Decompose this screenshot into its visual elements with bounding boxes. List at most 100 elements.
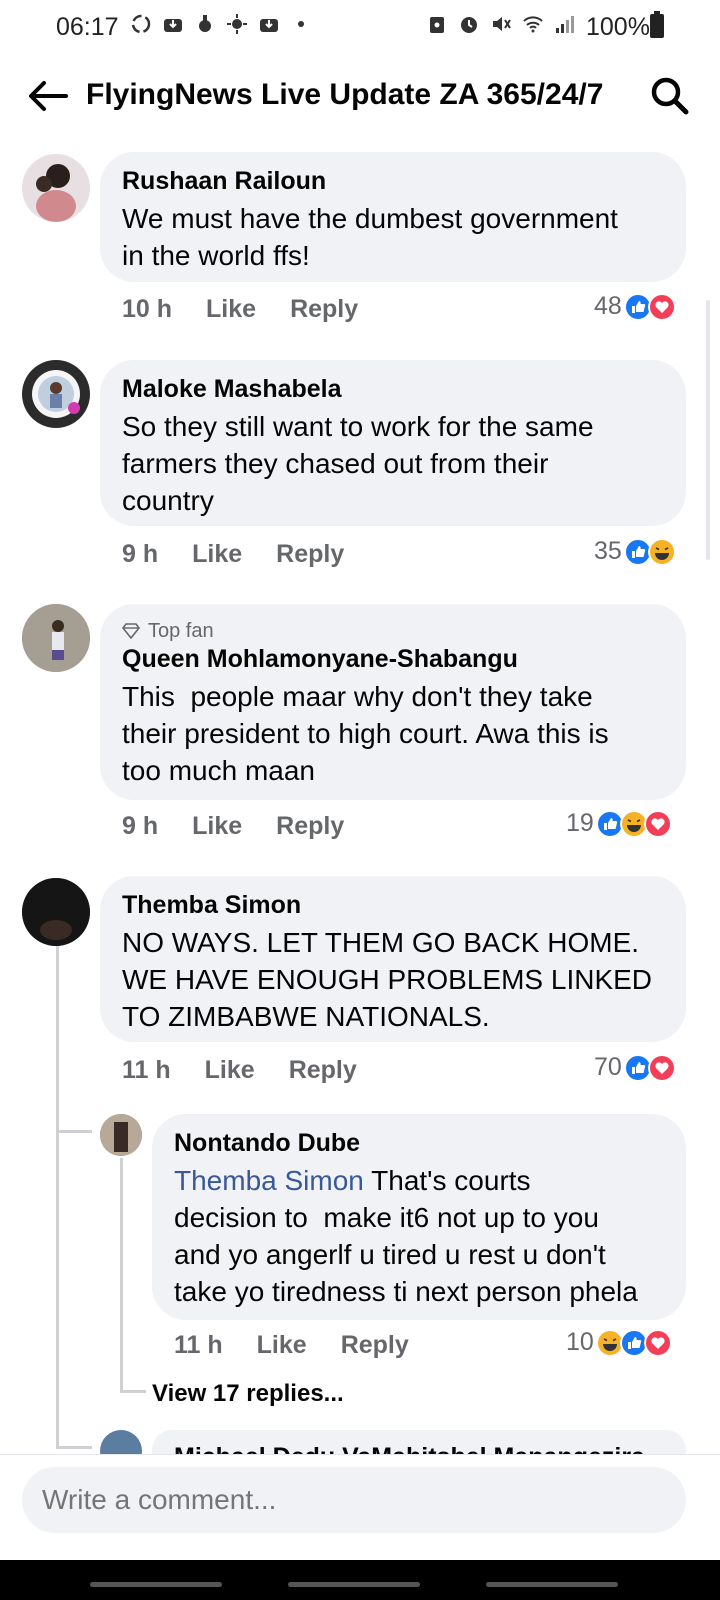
comment-line: too much maan [122, 755, 315, 786]
reply-button[interactable]: Reply [276, 812, 344, 841]
reaction-count: 70 [594, 1053, 622, 1081]
comment-text: NO WAYS. LET THEM GO BACK HOME. WE HAVE … [122, 924, 666, 1035]
reply-first-line: That's courts [363, 1165, 531, 1196]
avatar[interactable] [22, 878, 90, 946]
like-button[interactable]: Like [192, 812, 242, 841]
reply-button[interactable]: Reply [276, 540, 344, 569]
reply-actions: 11 h Like Reply [174, 1331, 443, 1360]
comment-time: 11 h [122, 1056, 171, 1084]
comment-bubble: Maloke Mashabela So they still want to w… [100, 360, 686, 526]
download-icon [164, 19, 182, 32]
like-button[interactable]: Like [206, 295, 256, 324]
thread-line [56, 1130, 92, 1133]
comment-line: country [122, 485, 214, 516]
reply-button[interactable]: Reply [289, 1056, 357, 1085]
back-nav-button[interactable] [486, 1582, 618, 1587]
wifi-icon [523, 16, 543, 33]
like-button[interactable]: Like [192, 540, 242, 569]
sync-icon [131, 14, 151, 34]
alarm-icon [461, 17, 477, 33]
comment-author[interactable]: Maloke Mashabela [122, 374, 666, 404]
weather-icon [227, 14, 247, 34]
comment-composer [0, 1454, 720, 1560]
reply-text: Themba Simon That's courts decision to m… [174, 1162, 666, 1310]
thread-line [56, 1446, 92, 1449]
status-time: 06:17 [56, 13, 119, 41]
comment-line: farmers they chased out from their [122, 448, 549, 479]
app-header: FlyingNews Live Update ZA 365/24/7 [0, 60, 720, 130]
comment-line: We must have the dumbest government [122, 203, 618, 234]
comment-line: take yo tiredness ti next person phela [174, 1276, 638, 1307]
dot-icon [298, 21, 304, 27]
reaction-summary[interactable]: 35 [594, 537, 676, 566]
comment-text: We must have the dumbest government in t… [122, 200, 666, 274]
home-button[interactable] [288, 1582, 420, 1587]
comment-actions: 9 h Like Reply [122, 812, 378, 841]
reply-button[interactable]: Reply [341, 1331, 409, 1360]
avatar[interactable] [22, 360, 90, 428]
reply-author[interactable]: Nontando Dube [174, 1128, 666, 1158]
reaction-summary[interactable]: 10 [566, 1328, 672, 1357]
comment-input[interactable] [22, 1467, 686, 1533]
comment-bubble: Rushaan Railoun We must have the dumbest… [100, 152, 686, 282]
system-icons [426, 13, 576, 35]
reaction-summary[interactable]: 48 [594, 292, 676, 321]
haha-reaction-icon [647, 537, 676, 566]
comment-author[interactable]: Queen Mohlamonyane-Shabangu [122, 644, 666, 674]
signal-icon [556, 16, 574, 33]
comment-actions: 11 h Like Reply [122, 1056, 391, 1085]
mention-link[interactable]: Themba Simon [174, 1165, 364, 1196]
thread-line [120, 1390, 146, 1393]
lock-icon [430, 17, 444, 33]
comment-time: 9 h [122, 540, 159, 568]
like-button[interactable]: Like [205, 1056, 255, 1085]
comment-time: 11 h [174, 1331, 223, 1359]
avatar[interactable] [22, 604, 90, 672]
comment-author[interactable]: Rushaan Railoun [122, 166, 666, 196]
comment-line: This people maar why don't they take [122, 681, 593, 712]
battery-icon [650, 11, 664, 38]
back-arrow-icon[interactable] [26, 78, 70, 114]
avatar[interactable] [100, 1114, 142, 1156]
sync-icon [199, 15, 211, 32]
reaction-summary[interactable]: 19 [566, 809, 672, 838]
thread-line [56, 946, 59, 1446]
comment-author[interactable]: Themba Simon [122, 890, 666, 920]
comment-line: in the world ffs! [122, 240, 310, 271]
download-icon [260, 19, 278, 32]
comment-line: So they still want to work for the same [122, 411, 594, 442]
reaction-count: 19 [566, 809, 594, 837]
reaction-count: 48 [594, 292, 622, 320]
mute-icon [493, 17, 511, 31]
love-reaction-icon [647, 1053, 676, 1082]
recent-apps-button[interactable] [90, 1582, 222, 1587]
scrollbar[interactable] [706, 300, 710, 560]
reply-button[interactable]: Reply [290, 295, 358, 324]
comment-line: decision to make it6 not up to you [174, 1202, 599, 1233]
love-reaction-icon [643, 809, 672, 838]
thread-line [120, 1158, 123, 1390]
love-reaction-icon [643, 1328, 672, 1357]
top-fan-label: Top fan [148, 620, 214, 642]
comment-line: TO ZIMBABWE NATIONALS. [122, 1001, 490, 1032]
comment-time: 9 h [122, 812, 159, 840]
comment-text: So they still want to work for the same … [122, 408, 666, 519]
comment-line: Themba Simon That's courts [174, 1162, 666, 1199]
comment-line: their president to high court. Awa this … [122, 718, 609, 749]
comment-line: NO WAYS. LET THEM GO BACK HOME. [122, 927, 640, 958]
view-replies-link[interactable]: View 17 replies... [152, 1380, 344, 1408]
reaction-count: 10 [566, 1328, 594, 1356]
search-icon[interactable] [650, 76, 690, 116]
comment-line: WE HAVE ENOUGH PROBLEMS LINKED [122, 964, 653, 995]
status-bar: 06:17 100% [0, 0, 720, 52]
comment-time: 10 h [122, 295, 173, 323]
like-button[interactable]: Like [257, 1331, 307, 1360]
comment-bubble: Themba Simon NO WAYS. LET THEM GO BACK H… [100, 876, 686, 1042]
page-title: FlyingNews Live Update ZA 365/24/7 [86, 78, 604, 111]
comment-bubble: Top fan Queen Mohlamonyane-Shabangu This… [100, 604, 686, 800]
notification-icons [130, 13, 312, 35]
reaction-count: 35 [594, 537, 622, 565]
avatar[interactable] [22, 154, 90, 222]
reply-bubble: Nontando Dube Themba Simon That's courts… [152, 1114, 686, 1320]
reaction-summary[interactable]: 70 [594, 1053, 676, 1082]
